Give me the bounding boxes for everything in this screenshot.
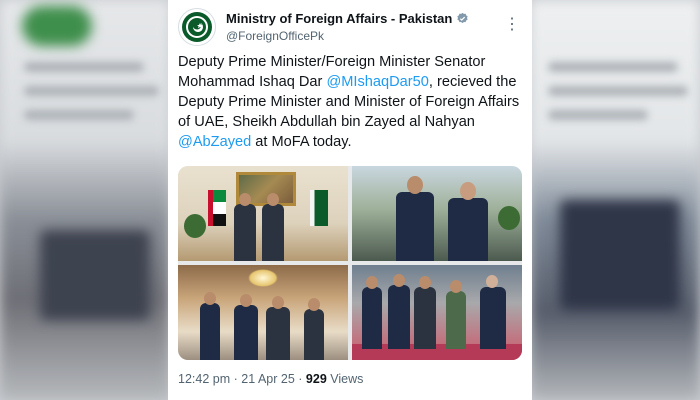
person-figure <box>262 204 284 261</box>
person-figure <box>200 303 220 360</box>
background-blur-shape <box>560 200 680 310</box>
ministry-emblem-icon <box>182 12 212 42</box>
person-head <box>393 274 405 287</box>
person-head <box>486 275 498 288</box>
person-figure <box>480 287 506 349</box>
tweet-photo[interactable] <box>352 265 522 360</box>
tweet-header: Ministry of Foreign Affairs - Pakistan @… <box>178 8 522 48</box>
person-figure <box>414 287 436 349</box>
background-blur-line <box>548 62 678 72</box>
person-head <box>239 193 251 206</box>
views-label: Views <box>330 372 364 386</box>
background-left-panel <box>0 0 170 400</box>
views-count: 929 <box>305 372 327 386</box>
plant-decor <box>498 206 520 230</box>
account-handle[interactable]: @ForeignOfficePk <box>226 29 469 43</box>
avatar[interactable] <box>178 8 216 46</box>
tweet-text-part: at MoFA today. <box>251 134 352 150</box>
tweet-photo[interactable] <box>178 265 348 360</box>
person-figure <box>362 287 382 349</box>
more-options-icon[interactable]: ⋮ <box>502 14 522 34</box>
meta-separator: · <box>233 372 238 386</box>
tweet-meta: 12:42 pm · 21 Apr 25 · 929 Views <box>178 372 363 386</box>
pakistan-flag <box>310 190 328 226</box>
person-head <box>272 296 284 309</box>
person-figure <box>266 307 290 360</box>
person-head <box>460 182 476 200</box>
person-head <box>366 276 378 289</box>
person-figure <box>234 204 256 261</box>
person-figure <box>304 309 324 360</box>
background-blur-line <box>24 86 159 96</box>
background-blur-shape <box>22 6 92 46</box>
person-figure <box>388 285 410 349</box>
plant-decor <box>184 214 206 238</box>
background-blur-line <box>24 62 144 72</box>
chandelier-decor <box>248 269 278 287</box>
person-figure <box>234 305 258 360</box>
verified-badge-icon <box>457 12 468 24</box>
person-head <box>204 292 216 305</box>
tweet-time[interactable]: 12:42 pm <box>178 372 230 386</box>
tweet-date[interactable]: 21 Apr 25 <box>241 372 295 386</box>
account-display-name[interactable]: Ministry of Foreign Affairs - Pakistan <box>226 11 469 26</box>
person-head <box>450 280 462 293</box>
person-head <box>240 294 252 307</box>
mention-link[interactable]: @MIshaqDar50 <box>326 74 428 90</box>
uae-flag <box>208 190 226 226</box>
tweet-text: Deputy Prime Minister/Foreign Minister S… <box>178 52 522 152</box>
background-blur-line <box>548 86 688 96</box>
person-figure <box>396 192 434 261</box>
background-blur-line <box>24 110 134 120</box>
person-head <box>308 298 320 311</box>
person-head <box>407 176 423 194</box>
meta-separator: · <box>298 372 303 386</box>
mention-link[interactable]: @AbZayed <box>178 134 251 150</box>
person-head <box>267 193 279 206</box>
person-figure <box>448 198 488 261</box>
tweet-media-grid <box>178 166 522 360</box>
account-names: Ministry of Foreign Affairs - Pakistan @… <box>226 11 469 43</box>
person-head <box>419 276 431 289</box>
tweet-photo[interactable] <box>352 166 522 261</box>
background-blur-line <box>548 110 648 120</box>
tweet-card: Ministry of Foreign Affairs - Pakistan @… <box>168 0 532 400</box>
background-blur-shape <box>40 230 150 320</box>
tweet-photo[interactable] <box>178 166 348 261</box>
account-name-text: Ministry of Foreign Affairs - Pakistan <box>226 11 453 26</box>
person-figure <box>446 291 466 349</box>
